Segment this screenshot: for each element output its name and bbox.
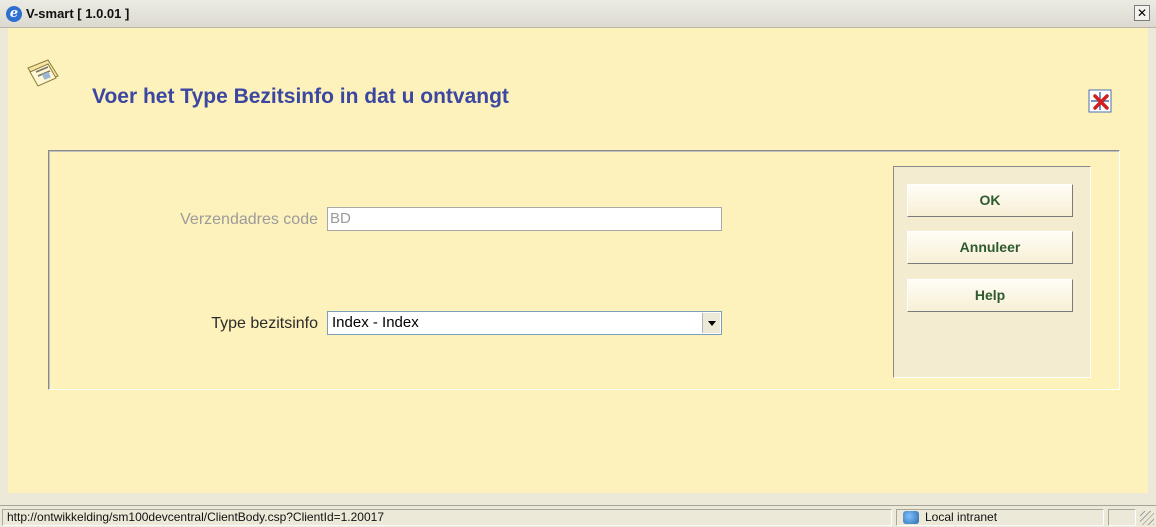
security-zone-label: Local intranet <box>925 510 998 524</box>
address-code-input[interactable]: BD <box>327 207 722 231</box>
window-title: V-smart [ 1.0.01 ] <box>26 6 130 21</box>
cancel-button[interactable]: Annuleer <box>907 231 1073 264</box>
status-panel-empty <box>1108 509 1136 526</box>
help-button[interactable]: Help <box>907 279 1073 312</box>
window-titlebar: e V-smart [ 1.0.01 ] ✕ <box>0 0 1156 28</box>
page-title: Voer het Type Bezitsinfo in dat u ontvan… <box>92 85 509 108</box>
resize-grip-icon[interactable] <box>1140 511 1154 525</box>
holdings-type-select[interactable]: Index - Index <box>327 311 722 335</box>
newspaper-icon <box>27 59 59 87</box>
exit-icon[interactable] <box>1088 89 1112 113</box>
holdings-type-label: Type bezitsinfo <box>211 315 318 332</box>
holdings-type-selected-value: Index - Index <box>332 314 419 331</box>
security-zone: Local intranet <box>896 509 1104 526</box>
address-code-label: Verzendadres code <box>180 211 318 228</box>
chevron-down-icon[interactable] <box>702 313 720 333</box>
status-url: http://ontwikkelding/sm100devcentral/Cli… <box>2 509 892 526</box>
window-close-button[interactable]: ✕ <box>1134 5 1150 21</box>
internet-explorer-icon: e <box>6 6 22 22</box>
status-bar: http://ontwikkelding/sm100devcentral/Cli… <box>0 505 1156 527</box>
intranet-globe-icon <box>903 511 919 524</box>
ok-button[interactable]: OK <box>907 184 1073 217</box>
